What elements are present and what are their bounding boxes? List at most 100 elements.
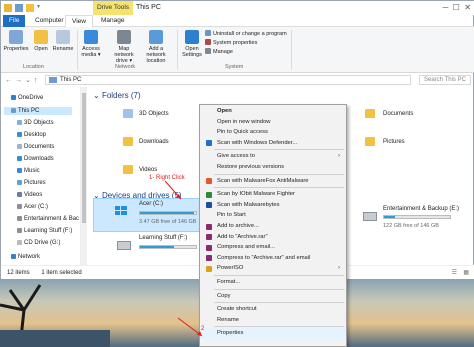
menu-item-give-access-to[interactable]: Give access to › [201, 151, 346, 162]
windows-logo-icon [115, 206, 127, 218]
drive-name[interactable]: Learning Stuff (F:) [139, 235, 187, 241]
rename-button[interactable]: Rename [50, 30, 76, 52]
3d-objects-icon [17, 120, 22, 125]
menu-separator [214, 173, 344, 175]
qat-dropdown-icon[interactable]: ▾ [37, 3, 40, 10]
nav-documents[interactable]: Documents [17, 143, 54, 151]
menu-item-format[interactable]: Format... [201, 277, 346, 288]
ribbon: Properties Open Rename Access media ▾ Ma… [1, 27, 474, 73]
tab-manage[interactable]: Manage [95, 15, 131, 27]
documents-icon [17, 144, 22, 149]
menu-item-label: Rename [217, 316, 239, 323]
menu-item-poweriso[interactable]: PowerISO › [201, 263, 346, 274]
drive-tools-label: Drive Tools [93, 1, 133, 15]
quick-access-properties-icon[interactable] [15, 4, 23, 12]
add-network-location-button[interactable]: Add a network location [139, 30, 173, 64]
access-media-button[interactable]: Access media ▾ [78, 30, 104, 58]
tab-computer[interactable]: Computer [29, 15, 70, 27]
nav-cd-drive[interactable]: CD Drive (G:) [17, 239, 60, 247]
nav-videos[interactable]: Videos [17, 191, 42, 199]
menu-item-scan-with-malwarefox-antimalware[interactable]: Scan with MalwareFox AntiMalware [201, 176, 346, 187]
nav-this-pc[interactable]: This PC [4, 107, 72, 115]
new-folder-icon[interactable] [26, 4, 34, 12]
uninstall-icon [205, 30, 211, 36]
nav-acer-c[interactable]: Acer (C:) [17, 203, 48, 211]
manage-link[interactable]: Manage [205, 48, 287, 57]
menu-item-pin-to-quick-access[interactable]: Pin to Quick access [201, 127, 346, 138]
map-drive-icon [117, 30, 131, 44]
menu-item-restore-previous-versions[interactable]: Restore previous versions [201, 162, 346, 173]
network-location-icon [149, 30, 163, 44]
menu-item-properties[interactable]: Properties [201, 328, 346, 339]
tab-view[interactable]: View [65, 15, 93, 27]
context-menu: Open Open in new window Pin to Quick acces… [199, 104, 347, 347]
menu-item-pin-to-start[interactable]: Pin to Start [201, 210, 346, 221]
nav-entertainment[interactable]: Entertainment & Bac [17, 215, 79, 223]
scrollbar-thumb[interactable] [82, 93, 86, 223]
folder-videos[interactable] [123, 165, 133, 174]
arrow-annotation [164, 180, 182, 200]
menu-item-scan-with-windows-defender[interactable]: Scan with Windows Defender... [201, 138, 346, 149]
nav-music[interactable]: Music [17, 167, 40, 175]
folder-label: Documents [383, 111, 414, 117]
folder-downloads[interactable] [123, 137, 133, 146]
map-network-drive-button[interactable]: Map network drive ▾ [109, 30, 139, 64]
nav-learning-stuff[interactable]: Learning Stuff (F:) [17, 227, 72, 235]
menu-item-add-to-archive-rar[interactable]: Add to "Archive.rar" [201, 232, 346, 243]
open-settings-button[interactable]: Open Settings [179, 30, 205, 58]
chevron-right-icon: › [338, 265, 340, 272]
folder-3d-objects[interactable] [123, 109, 133, 118]
folder-documents[interactable] [365, 109, 375, 118]
nav-network[interactable]: Network [11, 253, 40, 261]
cloud-icon [11, 95, 16, 100]
properties-button[interactable]: Properties [3, 30, 29, 52]
navigation-buttons[interactable]: ←→⌄↑ [5, 76, 40, 84]
nav-downloads[interactable]: Downloads [17, 155, 54, 163]
videos-folder-icon [123, 165, 133, 174]
window-controls[interactable]: ─ ☐ ✕ [443, 3, 471, 12]
group-label-system: System [225, 64, 244, 70]
menu-item-scan-by-iobit-malware-fighter[interactable]: Scan by IObit Malware Fighter [201, 189, 346, 200]
computer-icon [11, 108, 16, 113]
search-input[interactable]: Search This PC [419, 75, 471, 85]
nav-pictures[interactable]: Pictures [17, 179, 46, 187]
menu-item-compress-and-email[interactable]: Compress and email... [201, 242, 346, 253]
system-items: Uninstall or change a program System pro… [205, 30, 287, 57]
menu-item-open[interactable]: Open [201, 106, 346, 117]
drive-name: Acer (C:) [139, 201, 163, 207]
tiles-view-icon[interactable]: ▦ [463, 266, 469, 280]
menu-separator [214, 302, 344, 304]
menu-item-add-to-archive[interactable]: Add to archive... [201, 221, 346, 232]
folder-pictures[interactable] [365, 137, 375, 146]
drive-e-icon[interactable] [363, 212, 377, 221]
menu-item-label: Create shortcut [217, 306, 257, 313]
drive-name[interactable]: Entertainment & Backup (E:) [383, 206, 459, 212]
media-icon [84, 30, 98, 44]
menu-item-copy[interactable]: Copy [201, 291, 346, 302]
menu-item-rename[interactable]: Rename [201, 315, 346, 326]
drive-usage-fill [140, 246, 174, 248]
details-view-icon[interactable]: ☰ [452, 266, 457, 280]
system-properties-link[interactable]: System properties [205, 39, 287, 48]
nav-desktop[interactable]: Desktop [17, 131, 46, 139]
chevron-down-icon: ⌄ [93, 91, 102, 100]
drive-usage-fill [384, 216, 395, 218]
nav-3d-objects[interactable]: 3D Objects [17, 119, 54, 127]
downloads-folder-icon [123, 137, 133, 146]
nav-onedrive[interactable]: OneDrive [11, 94, 43, 102]
check-icon [205, 39, 211, 45]
tab-file[interactable]: File [3, 15, 26, 27]
uninstall-program-link[interactable]: Uninstall or change a program [205, 30, 287, 39]
drive-f-icon[interactable] [117, 241, 131, 250]
menu-separator [214, 288, 344, 290]
folders-header[interactable]: ⌄ Folders (7) [93, 91, 141, 100]
menu-item-label: Scan by IObit Malware Fighter [217, 191, 295, 198]
window-title: This PC [136, 4, 161, 11]
menu-item-label: Open [217, 108, 232, 114]
menu-item-scan-with-malwarebytes[interactable]: Scan with Malwarebytes [201, 200, 346, 211]
address-bar[interactable]: This PC [45, 75, 411, 85]
menu-item-compress-to-archive-rar-and-email[interactable]: Compress to "Archive.rar" and email [201, 253, 346, 264]
menu-item-create-shortcut[interactable]: Create shortcut [201, 304, 346, 315]
menu-item-open-in-new-window[interactable]: Open in new window [201, 117, 346, 128]
winrar-icon [206, 234, 212, 241]
